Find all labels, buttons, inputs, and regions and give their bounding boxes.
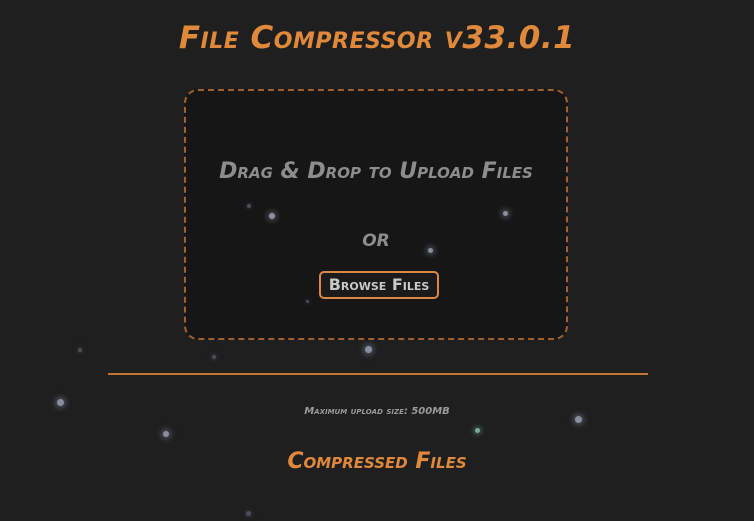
background-particle [57,399,64,406]
dropzone-instruction: Drag & Drop to Upload Files [219,159,533,184]
background-particle [306,300,309,303]
background-particle [428,248,433,253]
compressed-files-heading: Compressed Files [287,449,467,474]
background-particle [163,431,169,437]
background-particle [475,428,480,433]
background-particle [212,355,216,359]
app-page: File Compressor v33.0.1 Drag & Drop to U… [0,0,754,521]
background-particle [247,204,251,208]
background-particle [365,346,372,353]
upload-dropzone[interactable]: Drag & Drop to Upload Files OR Browse Fi… [184,89,568,340]
max-upload-size-text: Maximum upload size: 500MB [304,406,450,417]
background-particle [269,213,275,219]
dropzone-or-text: OR [362,231,390,251]
section-divider [108,373,648,375]
app-title: File Compressor v33.0.1 [178,20,576,56]
background-particle [503,211,508,216]
background-particle [78,348,82,352]
background-particle [575,416,582,423]
background-particle [246,511,251,516]
browse-files-button[interactable]: Browse Files [319,271,439,299]
